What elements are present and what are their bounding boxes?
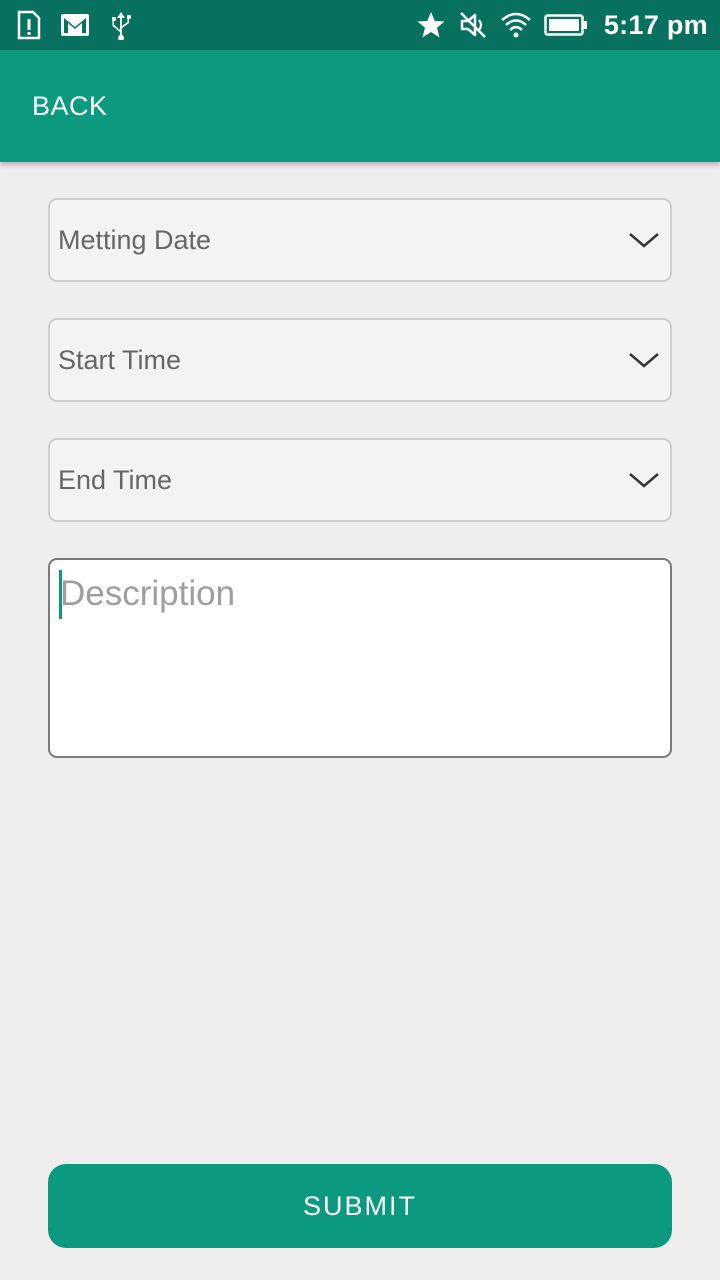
app-bar: BACK <box>0 50 720 162</box>
back-button[interactable]: BACK <box>32 91 108 122</box>
usb-icon <box>108 10 134 40</box>
gmail-icon <box>60 13 90 37</box>
start-time-select[interactable]: Start Time <box>48 318 672 402</box>
alert-sim-icon <box>16 10 42 40</box>
end-time-select[interactable]: End Time <box>48 438 672 522</box>
description-placeholder: Description <box>60 574 236 613</box>
status-left-icons <box>16 10 152 40</box>
start-time-label: Start Time <box>58 344 182 375</box>
description-input[interactable]: Description <box>48 558 672 758</box>
end-time-label: End Time <box>58 464 173 495</box>
wifi-icon <box>500 11 532 39</box>
status-time: 5:17 pm <box>603 9 708 40</box>
star-icon <box>416 10 446 40</box>
submit-button[interactable]: SUBMIT <box>48 1164 672 1248</box>
chevron-down-icon <box>629 473 659 488</box>
battery-icon <box>544 13 588 37</box>
status-bar: 5:17 pm <box>0 0 720 50</box>
mute-icon <box>458 10 488 40</box>
meeting-date-select[interactable]: Metting Date <box>48 198 672 282</box>
status-right-icons: 5:17 pm <box>404 10 708 41</box>
chevron-down-icon <box>629 353 659 368</box>
meeting-date-label: Metting Date <box>58 224 212 255</box>
chevron-down-icon <box>629 233 659 248</box>
